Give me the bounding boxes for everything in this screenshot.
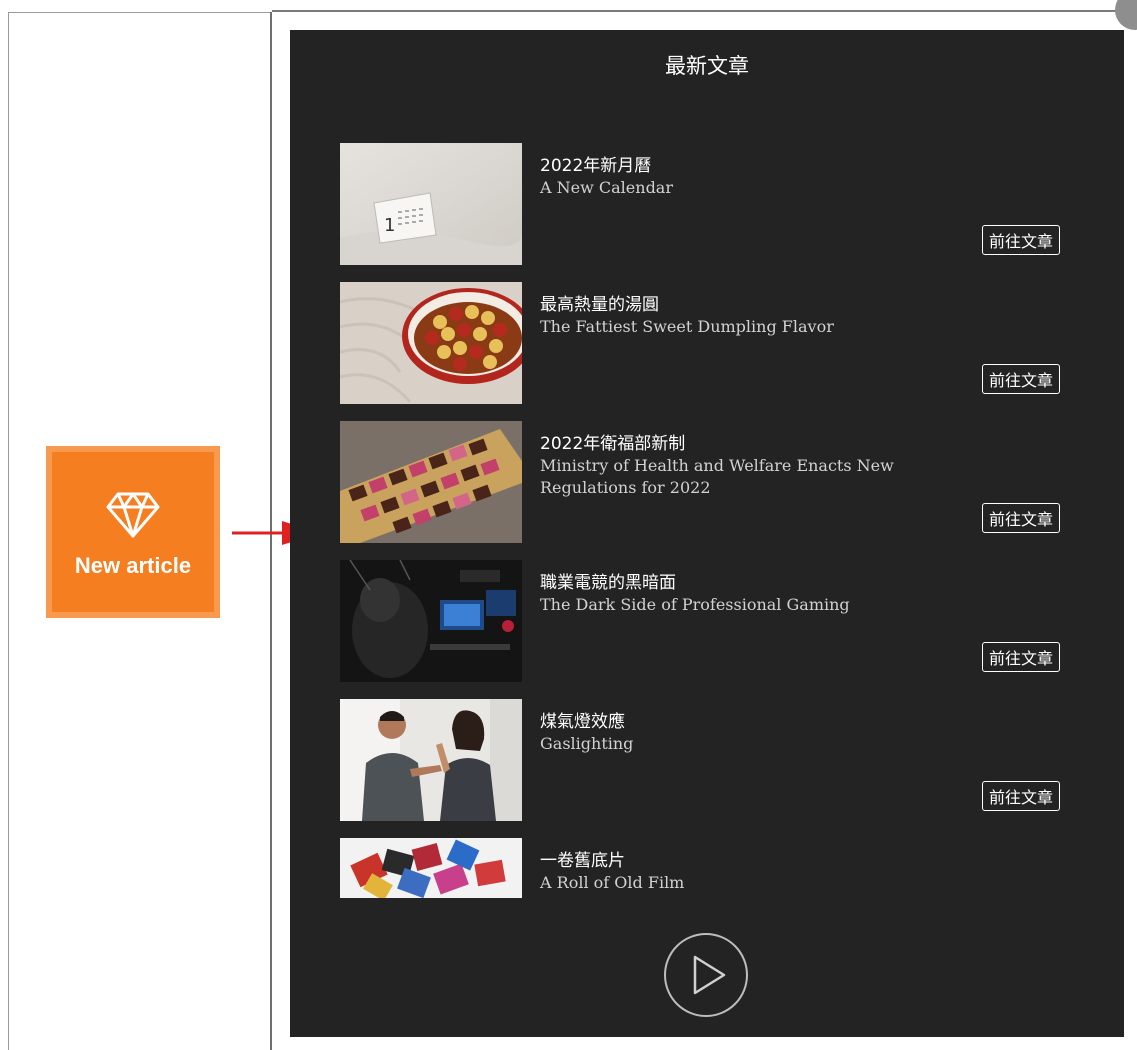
article-thumbnail-gaslighting — [340, 699, 522, 821]
article-subtitle: Ministry of Health and Welfare Enacts Ne… — [540, 456, 894, 497]
article-item[interactable]: 2022年衛福部新制 Ministry of Health and Welfar… — [340, 421, 1070, 543]
article-item[interactable]: 職業電競的黑暗面 The Dark Side of Professional G… — [340, 560, 1070, 682]
new-article-button[interactable]: New article — [46, 446, 220, 618]
new-article-label: New article — [74, 553, 192, 578]
article-title: 2022年衛福部新制 — [540, 434, 686, 454]
go-to-article-button[interactable]: 前往文章 — [981, 642, 1060, 672]
article-item[interactable]: 一卷舊底片 A Roll of Old Film — [340, 838, 1070, 898]
corner-circle — [1115, 0, 1137, 30]
article-subtitle: A Roll of Old Film — [540, 873, 685, 892]
svg-text:1: 1 — [384, 215, 395, 236]
go-to-article-button[interactable]: 前往文章 — [981, 364, 1060, 394]
article-thumbnail-gaming — [340, 560, 522, 682]
article-item[interactable]: 最高熱量的湯圓 The Fattiest Sweet Dumpling Flav… — [340, 282, 1070, 404]
article-item[interactable]: 煤氣燈效應 Gaslighting 前往文章 — [340, 699, 1070, 821]
panel-title: 最新文章 — [665, 54, 749, 78]
article-subtitle: Gaslighting — [540, 734, 634, 753]
page: New article 最新文章 1 2022年新月曆 A New Calend… — [0, 0, 1137, 1050]
article-thumbnail-calendar: 1 — [340, 143, 522, 265]
article-title: 煤氣燈效應 — [540, 712, 625, 732]
article-subtitle: The Fattiest Sweet Dumpling Flavor — [540, 317, 834, 336]
article-title: 最高熱量的湯圓 — [540, 295, 659, 315]
go-to-article-button[interactable]: 前往文章 — [981, 503, 1060, 533]
play-circle-icon[interactable] — [664, 933, 748, 1017]
go-to-article-button[interactable]: 前往文章 — [981, 781, 1060, 811]
article-thumbnail-film — [340, 838, 522, 898]
latest-articles-panel: 最新文章 1 2022年新月曆 A New Calendar 前往文章 最高熱量… — [290, 30, 1124, 1037]
article-thumbnail-chocolates — [340, 421, 522, 543]
article-subtitle: A New Calendar — [540, 178, 673, 197]
diamond-icon — [106, 492, 160, 538]
article-title: 2022年新月曆 — [540, 156, 652, 176]
go-to-article-button[interactable]: 前往文章 — [981, 225, 1060, 255]
article-item[interactable]: 1 2022年新月曆 A New Calendar 前往文章 — [340, 143, 1070, 265]
article-subtitle: The Dark Side of Professional Gaming — [540, 595, 850, 614]
article-thumbnail-dumplings — [340, 282, 522, 404]
frame-top-line — [272, 10, 1137, 12]
article-title: 職業電競的黑暗面 — [540, 573, 676, 593]
article-title: 一卷舊底片 — [540, 851, 625, 871]
